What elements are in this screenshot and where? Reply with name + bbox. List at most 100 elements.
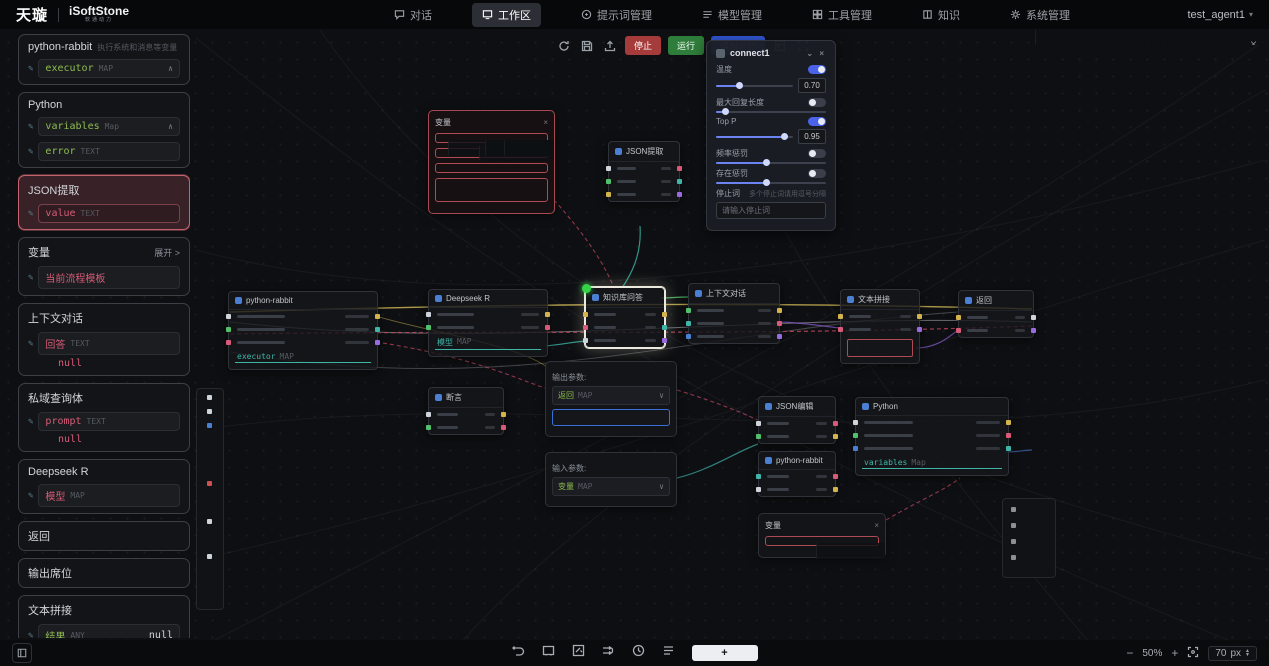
output-port[interactable]: [1031, 315, 1036, 320]
input-port[interactable]: [583, 325, 588, 330]
node-title-bar[interactable]: 知识库问答: [586, 288, 664, 308]
panel-field[interactable]: ✎当前流程模板: [28, 266, 180, 289]
field-box[interactable]: 回答TEXT: [38, 332, 180, 355]
collapse-close-icons[interactable]: ⌄ ×: [806, 49, 826, 58]
strip-port[interactable]: [207, 519, 212, 524]
output-port[interactable]: [833, 434, 838, 439]
left-panel-4[interactable]: 变量展开 >✎当前流程模板: [18, 237, 190, 296]
close-icon[interactable]: ×: [874, 521, 879, 530]
output-port[interactable]: [777, 334, 782, 339]
slider-track[interactable]: [716, 162, 826, 164]
left-panel-9[interactable]: 输出席位: [18, 558, 190, 588]
output-port[interactable]: [1006, 420, 1011, 425]
left-panel-3[interactable]: JSON提取✎valueTEXT: [18, 175, 190, 230]
output-port[interactable]: [677, 192, 682, 197]
canvas-node-python-rabbit[interactable]: python-rabbit: [758, 451, 836, 497]
nav-item-2[interactable]: 工作区: [472, 3, 541, 27]
add-node-button[interactable]: +: [692, 645, 758, 661]
param-toggle[interactable]: [808, 98, 826, 107]
panel-field[interactable]: ✎variablesMap∧: [28, 117, 180, 136]
slider-knob[interactable]: [781, 133, 788, 140]
param-slider[interactable]: [716, 182, 826, 184]
auto-layout-icon[interactable]: [602, 644, 615, 662]
nav-item-7[interactable]: 系统管理: [1000, 3, 1080, 27]
input-port[interactable]: [956, 315, 961, 320]
field-box[interactable]: executorMAP∧: [38, 59, 180, 78]
panel-field[interactable]: ✎结果ANYnull: [28, 624, 180, 638]
canvas-node-返回[interactable]: 返回: [958, 290, 1034, 338]
output-port[interactable]: [777, 321, 782, 326]
strip-port[interactable]: [207, 395, 212, 400]
strip-port[interactable]: [207, 423, 212, 428]
param-slider[interactable]: 0.70: [716, 78, 826, 93]
output-port[interactable]: [501, 412, 506, 417]
nav-item-5[interactable]: 工具管理: [802, 3, 882, 27]
input-port[interactable]: [426, 412, 431, 417]
frame-icon[interactable]: [542, 644, 555, 662]
canvas-form-panel[interactable]: 输出参数:返回MAP∨: [545, 361, 677, 437]
canvas-node-JSON编辑[interactable]: JSON编辑: [758, 396, 836, 444]
param-slider[interactable]: [716, 111, 826, 113]
nav-item-1[interactable]: 对话: [384, 3, 442, 27]
strip-port[interactable]: [207, 481, 212, 486]
output-port[interactable]: [662, 312, 667, 317]
annotate-icon[interactable]: [572, 644, 585, 662]
workflow-canvas[interactable]: python-rabbitexecutorMAPDeepseek R模型MAP知…: [0, 0, 1269, 666]
input-port[interactable]: [838, 327, 843, 332]
output-port[interactable]: [662, 338, 667, 343]
panel-field[interactable]: ✎模型MAP: [28, 484, 180, 507]
input-port[interactable]: [226, 314, 231, 319]
input-port[interactable]: [853, 446, 858, 451]
close-icon[interactable]: ×: [543, 118, 548, 127]
field-box[interactable]: valueTEXT: [38, 204, 180, 223]
slider-track[interactable]: [716, 136, 793, 138]
node-title-bar[interactable]: JSON编辑: [759, 397, 835, 417]
nav-item-3[interactable]: 提示词管理: [571, 3, 662, 27]
panel-field[interactable]: ✎valueTEXT: [28, 204, 180, 223]
slider-knob[interactable]: [763, 179, 770, 186]
left-panel-8[interactable]: 返回: [18, 521, 190, 551]
left-panel-2[interactable]: Python✎variablesMap∧✎errorTEXT: [18, 92, 190, 168]
panel-field[interactable]: ✎errorTEXT: [28, 142, 180, 161]
export-icon[interactable]: [602, 38, 618, 54]
node-title-bar[interactable]: python-rabbit: [759, 452, 835, 470]
input-port[interactable]: [583, 312, 588, 317]
slider-knob[interactable]: [722, 108, 729, 115]
param-toggle[interactable]: [808, 149, 826, 158]
undo-icon[interactable]: [512, 644, 525, 662]
output-port[interactable]: [833, 487, 838, 492]
output-port[interactable]: [662, 325, 667, 330]
canvas-node-上下文对话[interactable]: 上下文对话: [688, 283, 780, 344]
canvas-node-Python[interactable]: PythonvariablesMap: [855, 397, 1009, 476]
nav-item-4[interactable]: 模型管理: [692, 3, 772, 27]
output-port[interactable]: [375, 314, 380, 319]
output-port[interactable]: [375, 327, 380, 332]
field-box[interactable]: promptTEXT: [38, 412, 180, 431]
canvas-node-文本拼接[interactable]: 文本拼接: [840, 289, 920, 364]
node-title-bar[interactable]: 上下文对话: [689, 284, 779, 304]
param-slider[interactable]: [716, 162, 826, 164]
fit-view-icon[interactable]: [1187, 646, 1199, 661]
field-box[interactable]: 结果ANYnull: [38, 624, 180, 638]
log-list-icon[interactable]: [662, 644, 675, 662]
history-icon[interactable]: [632, 644, 645, 662]
slider-track[interactable]: [716, 85, 793, 87]
param-slider[interactable]: 0.95: [716, 129, 826, 144]
canvas-form-变量[interactable]: 变量×: [428, 110, 555, 214]
canvas-node-Deepseek R[interactable]: Deepseek R模型MAP: [428, 289, 548, 357]
node-title-bar[interactable]: Python: [856, 398, 1008, 416]
left-panel-5[interactable]: 上下文对话✎回答TEXTnull: [18, 303, 190, 376]
input-port[interactable]: [686, 308, 691, 313]
error-box[interactable]: [435, 178, 548, 202]
input-port[interactable]: [756, 487, 761, 492]
panel-field[interactable]: ✎executorMAP∧: [28, 59, 180, 78]
output-port[interactable]: [501, 425, 506, 430]
collapse-caret-icon[interactable]: ∧: [168, 122, 173, 131]
error-input[interactable]: [435, 163, 548, 173]
input-port[interactable]: [426, 312, 431, 317]
run-button[interactable]: 运行: [668, 36, 704, 55]
input-port[interactable]: [606, 179, 611, 184]
input-port[interactable]: [853, 420, 858, 425]
input-port[interactable]: [956, 328, 961, 333]
field-box[interactable]: 模型MAP: [38, 484, 180, 507]
